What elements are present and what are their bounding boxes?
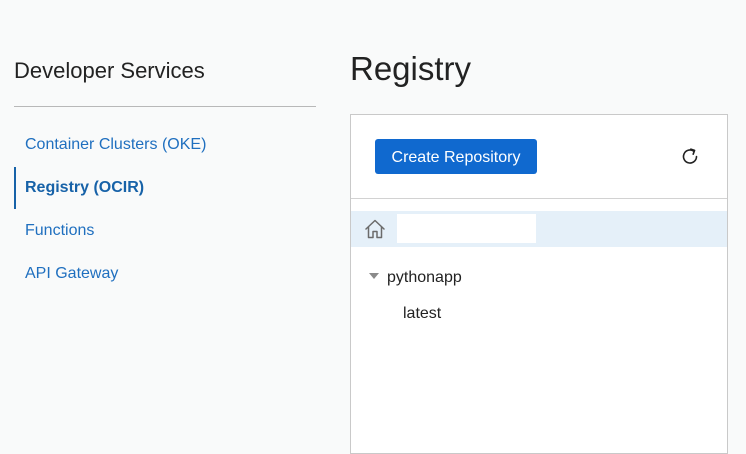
toolbar: Create Repository <box>351 115 727 199</box>
sidebar-item-registry[interactable]: Registry (OCIR) <box>14 167 314 209</box>
breadcrumb-input[interactable] <box>397 214 536 243</box>
create-repository-button[interactable]: Create Repository <box>375 139 537 174</box>
sidebar-divider <box>14 106 316 107</box>
breadcrumb <box>351 211 727 247</box>
sidebar-title: Developer Services <box>14 58 205 83</box>
page-title: Registry <box>350 50 472 87</box>
sidebar-item-container-clusters[interactable]: Container Clusters (OKE) <box>14 124 314 166</box>
sidebar-item-functions[interactable]: Functions <box>14 210 314 252</box>
caret-down-icon[interactable] <box>369 273 379 280</box>
home-icon[interactable] <box>363 217 387 241</box>
refresh-icon[interactable] <box>678 144 702 168</box>
tree-item-tag[interactable]: latest <box>403 303 441 325</box>
registry-panel: Create Repository pythonapp latest <box>350 114 728 454</box>
tree-item-repository[interactable]: pythonapp <box>369 267 462 289</box>
sidebar-item-api-gateway[interactable]: API Gateway <box>14 253 314 295</box>
repository-label: pythonapp <box>387 269 462 286</box>
